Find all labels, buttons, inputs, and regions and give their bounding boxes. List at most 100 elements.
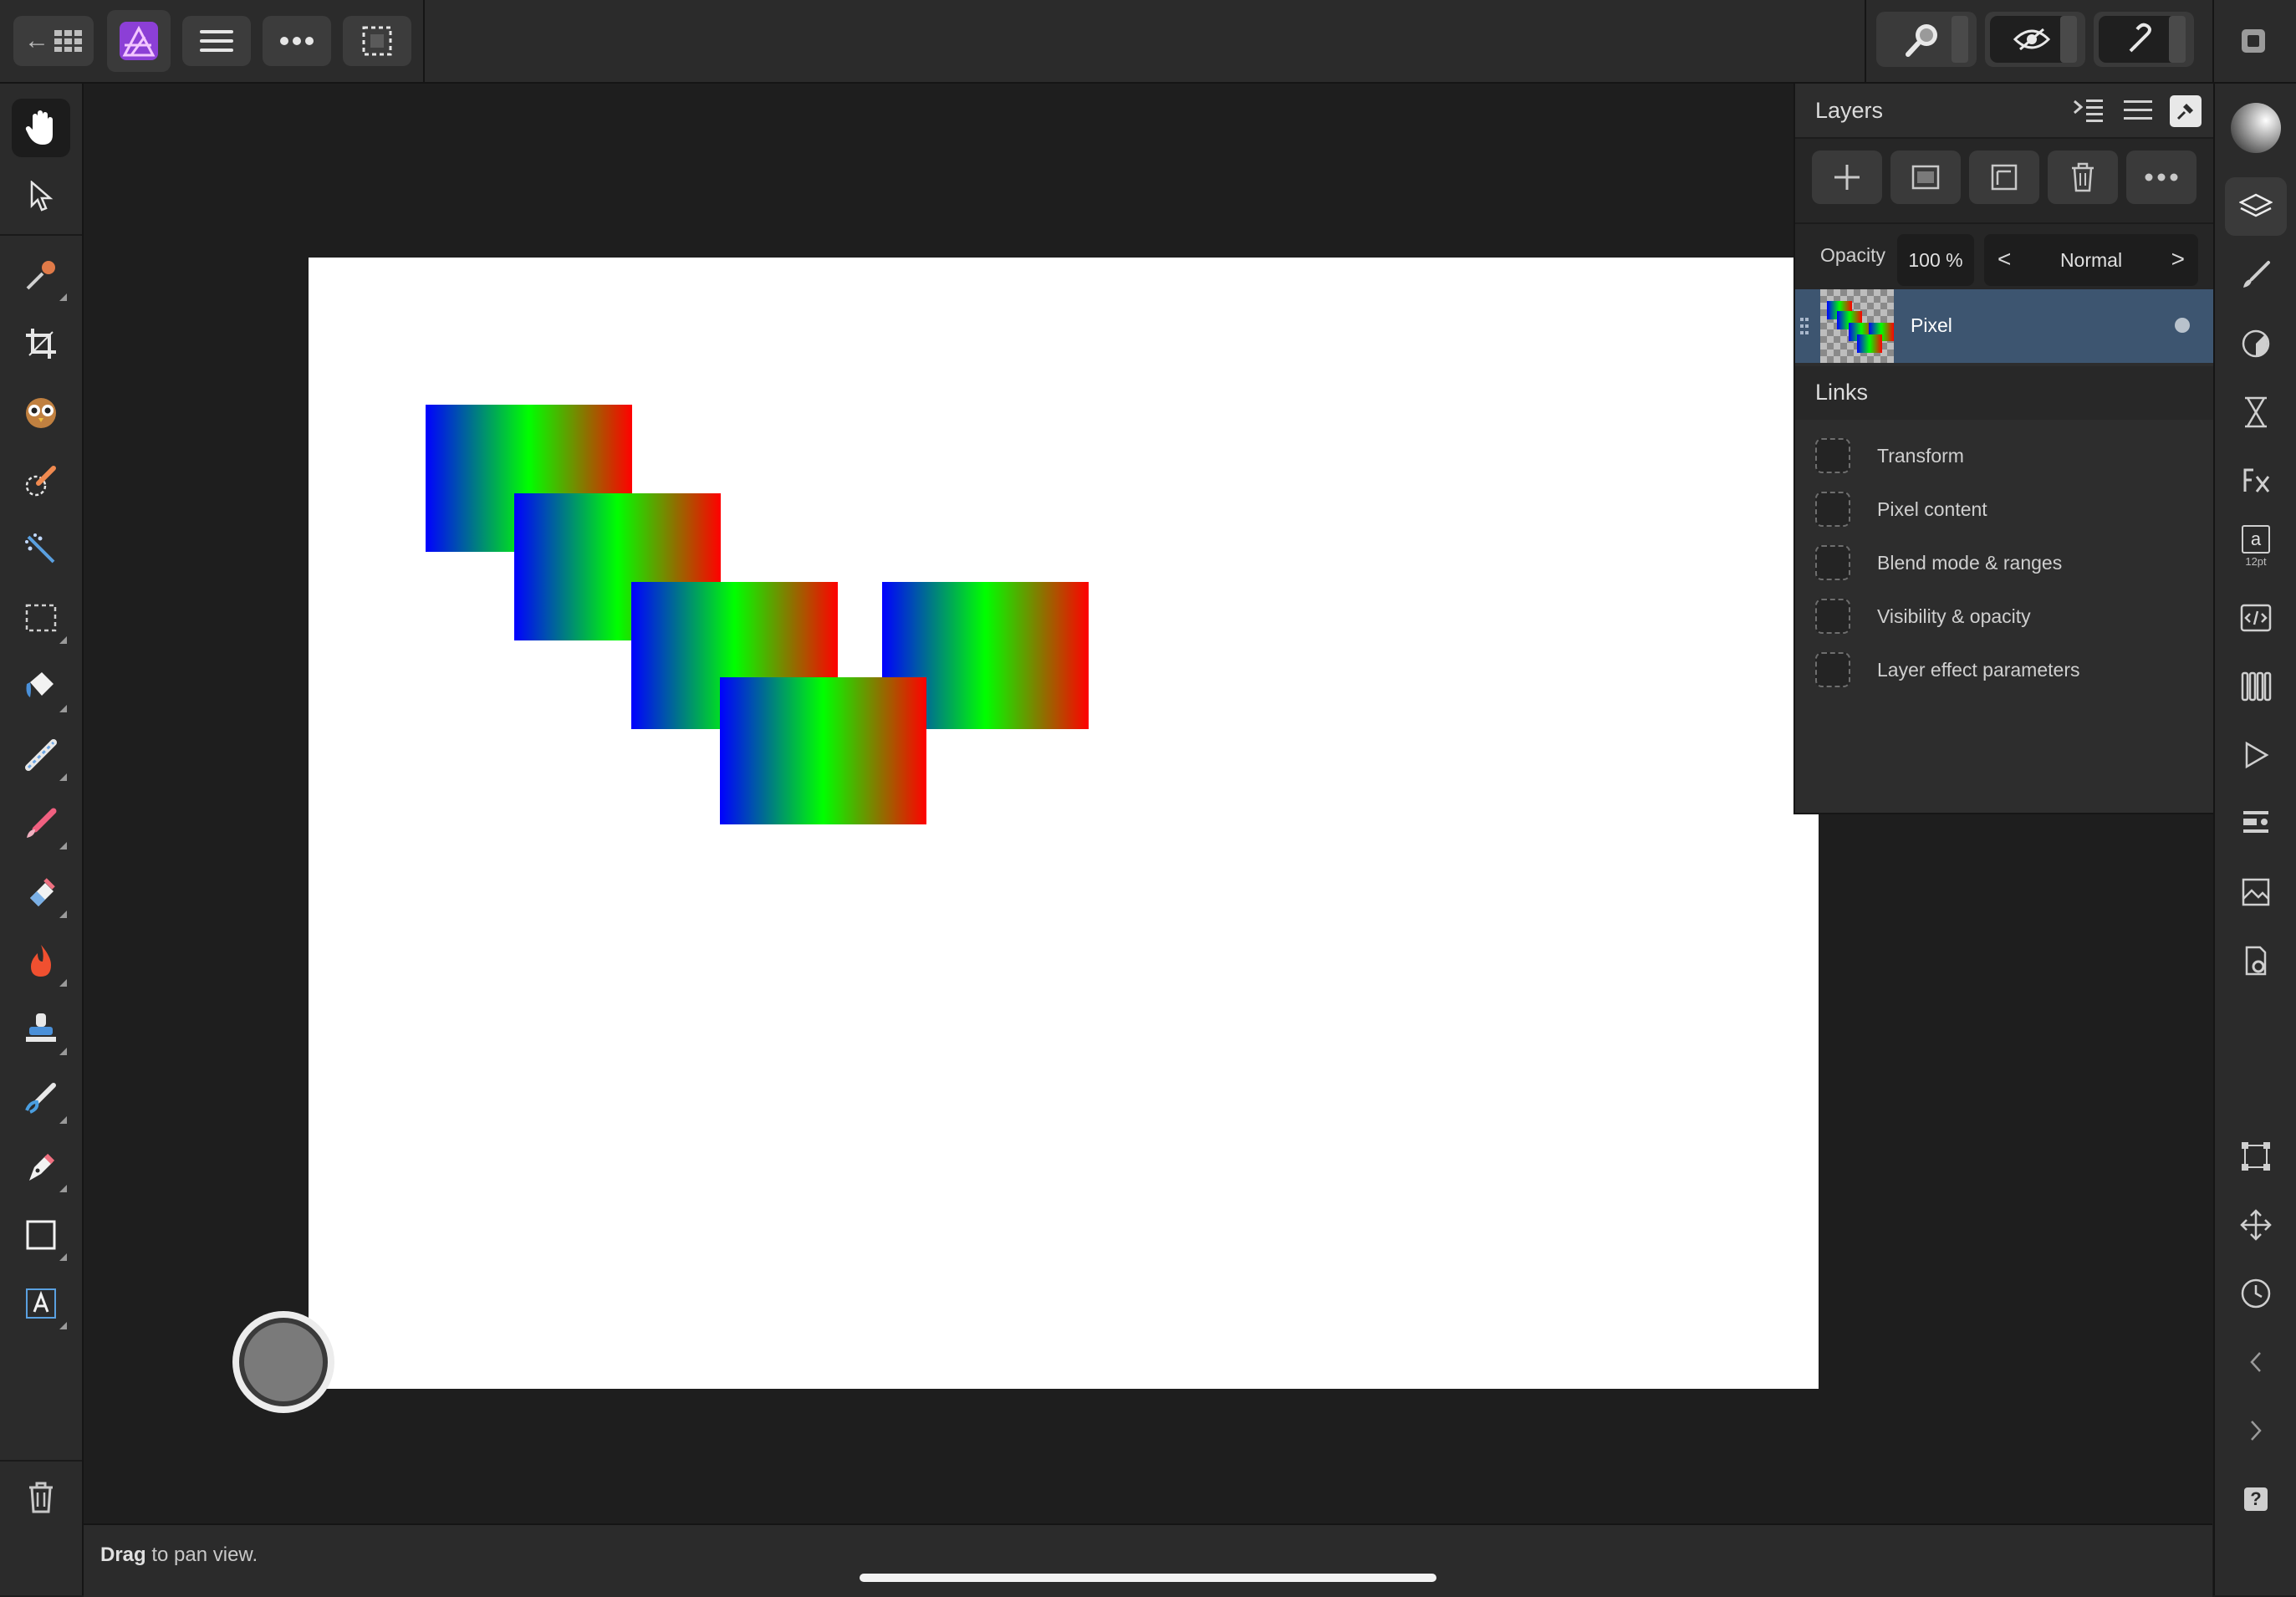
eyedropper-icon [26,261,55,290]
link-checkbox[interactable] [1815,492,1850,527]
link-visibility-opacity[interactable]: Visibility & opacity [1815,597,2208,637]
red-eye-tool[interactable] [12,383,70,441]
color-picker-tool[interactable] [12,246,70,304]
persona-button[interactable] [2227,16,2279,66]
document-settings-button[interactable] [2225,931,2287,990]
move-tool[interactable] [12,167,70,226]
flood-fill-tool[interactable] [12,657,70,716]
document-canvas[interactable] [309,258,1819,1389]
selection-menu-button[interactable] [343,16,411,66]
link-blend-mode[interactable]: Blend mode & ranges [1815,543,2208,584]
crop-tool[interactable] [12,314,70,373]
clock-icon [2241,1278,2271,1309]
selection-brush-tool[interactable] [12,452,70,510]
link-checkbox[interactable] [1815,652,1850,687]
visibility-toggle[interactable] [2175,318,2190,333]
stamp-icon [26,1013,56,1042]
text-frame-icon [26,1288,56,1319]
gradient-rectangle [720,677,926,824]
zoom-group[interactable] [1876,12,1977,67]
help-icon: ? [2244,1487,2268,1511]
pen-tool[interactable] [12,1137,70,1196]
help-button[interactable]: ? [2225,1470,2287,1528]
studio-bar: a 12pt ? [2213,84,2296,1595]
link-transform[interactable]: Transform [1815,436,2208,477]
opacity-label: Opacity [1820,244,1885,266]
text-tool[interactable] [12,1274,70,1333]
list-icon [2243,811,2268,833]
burn-tool[interactable] [12,931,70,990]
clone-tool[interactable] [12,1000,70,1059]
play-icon [2245,741,2269,769]
collapse-panel-button[interactable] [2071,95,2105,125]
smudge-tool[interactable] [12,1069,70,1127]
color-selector[interactable] [232,1311,334,1413]
blend-next-button[interactable]: > [2171,246,2185,273]
link-layer-effects[interactable]: Layer effect parameters [1815,651,2208,691]
layers-icon [2239,193,2273,217]
layers-panel-button[interactable] [2225,177,2287,236]
color-panel-button[interactable] [2225,99,2287,157]
hand-tool[interactable] [12,99,70,157]
back-to-documents-button[interactable]: ← [13,16,94,66]
opacity-field[interactable]: 100 % [1897,234,1974,286]
document-gear-icon [2245,946,2267,976]
add-mask-button[interactable] [1890,151,1961,204]
home-indicator[interactable] [860,1574,1436,1582]
transform-panel-button[interactable] [2225,1127,2287,1186]
snapping-group[interactable] [2094,12,2194,67]
previous-button[interactable] [2225,1333,2287,1391]
rect-marquee-icon [25,604,57,632]
blend-prev-button[interactable]: < [1998,246,2011,273]
history-panel-button[interactable] [2225,383,2287,441]
history-clock-button[interactable] [2225,1264,2287,1323]
assets-panel-button[interactable] [2225,794,2287,853]
paint-brush-tool[interactable] [12,794,70,853]
link-pixel-content[interactable]: Pixel content [1815,490,2208,530]
layer-name: Pixel [1911,314,1952,336]
layer-options-button[interactable] [2126,151,2197,204]
pin-panel-button[interactable] [2170,95,2202,127]
stock-panel-button[interactable] [2225,863,2287,921]
eraser-icon [30,878,55,906]
magic-wand-tool[interactable] [12,520,70,579]
next-button[interactable] [2225,1401,2287,1460]
fx-panel-button[interactable] [2225,452,2287,510]
text-styles-panel-button[interactable]: a 12pt [2225,517,2287,575]
adjustments-panel-button[interactable] [2225,314,2287,373]
opacity-blend-row: Opacity 100 % < Normal > [1795,224,2215,296]
drag-handle-icon[interactable] [1800,318,1810,339]
layer-thumbnail [1820,289,1894,363]
delete-button[interactable] [12,1468,70,1527]
blend-mode-value: Normal [2059,248,2123,271]
add-layer-button[interactable] [1812,151,1882,204]
affinity-photo-button[interactable] [107,10,171,72]
brushes-panel-button[interactable] [2225,246,2287,304]
channels-panel-button[interactable] [2225,657,2287,716]
transform-icon [2242,1142,2270,1171]
more-options-button[interactable] [263,16,331,66]
gradient-tool[interactable] [12,726,70,784]
persona-icon [2242,29,2265,53]
trash-icon [29,1482,53,1513]
shape-tool[interactable] [12,1206,70,1264]
delete-layer-button[interactable] [2048,151,2118,204]
panel-menu-button[interactable] [2121,95,2155,125]
move-arrows-icon [2240,1209,2272,1241]
gradient-icon [25,739,57,771]
link-checkbox[interactable] [1815,545,1850,580]
macro-panel-button[interactable] [2225,726,2287,784]
link-checkbox[interactable] [1815,599,1850,634]
layer-item-pixel[interactable]: Pixel [1795,289,2215,363]
sources-panel-button[interactable] [2225,589,2287,647]
snapping-icon [2129,23,2151,53]
arrow-pointer-icon [30,181,54,212]
blend-mode-selector[interactable]: < Normal > [1984,234,2198,286]
main-menu-button[interactable] [182,16,251,66]
erase-brush-tool[interactable] [12,863,70,921]
view-mode-group[interactable] [1985,12,2085,67]
link-checkbox[interactable] [1815,438,1850,473]
marquee-tool[interactable] [12,589,70,647]
navigator-panel-button[interactable] [2225,1196,2287,1254]
group-layers-button[interactable] [1969,151,2039,204]
